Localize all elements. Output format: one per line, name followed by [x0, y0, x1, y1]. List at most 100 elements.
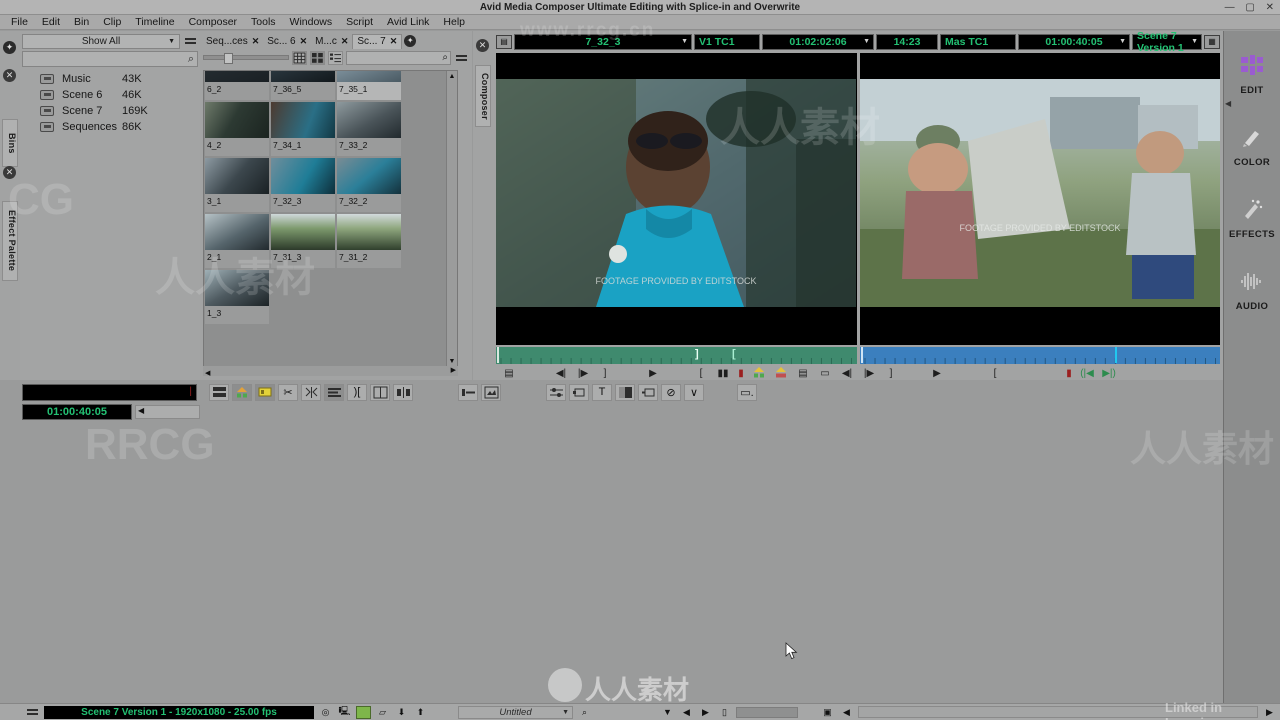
mark-out-marker[interactable]: ]	[695, 348, 699, 360]
thumbnail-cell[interactable]: 1_3	[205, 270, 269, 324]
sidebar-item-edit[interactable]: EDIT	[1224, 39, 1280, 111]
timeline-view-icon[interactable]: ▤	[496, 368, 522, 379]
maximize-button[interactable]: ▢	[1241, 2, 1258, 13]
status-search-icon[interactable]: ⌕	[577, 706, 592, 719]
trim-scissors-icon[interactable]: ✂	[278, 383, 298, 401]
thumbnail-cell[interactable]: 2_1	[205, 214, 269, 268]
motion-effect-icon[interactable]	[458, 383, 478, 401]
add-marker-icon[interactable]: ▮	[1062, 368, 1076, 379]
video-quality-icon[interactable]	[481, 383, 501, 401]
menu-bar[interactable]: File Edit Bin Clip Timeline Composer Too…	[0, 15, 1280, 30]
bin-tab-overflow-icon[interactable]: ✦	[404, 35, 417, 47]
project-name-field[interactable]: Untitled ▼	[458, 705, 573, 719]
overwrite-button[interactable]	[255, 383, 275, 401]
monitor-icon[interactable]: 🖳	[337, 706, 352, 719]
no-entry-icon[interactable]: ⊘	[661, 383, 681, 401]
bins-menu-icon[interactable]	[183, 34, 198, 49]
menu-item-windows[interactable]: Windows	[283, 15, 340, 30]
frame-view-icon[interactable]	[310, 50, 325, 65]
media-icon[interactable]	[356, 705, 371, 719]
timeline-timecode-display[interactable]: |	[22, 383, 197, 401]
scroll-up-icon[interactable]: ▲	[447, 71, 457, 82]
close-icon[interactable]: ✕	[390, 36, 398, 47]
left-tab-effect-palette[interactable]: Effect Palette	[2, 201, 18, 281]
script-view-icon[interactable]	[328, 50, 343, 65]
scroll-left-icon[interactable]: ◀	[205, 370, 210, 377]
sidebar-item-color[interactable]: COLOR	[1224, 111, 1280, 183]
close-bins-icon[interactable]: ✕	[3, 69, 16, 82]
up-arrow-icon[interactable]: ⬆	[413, 706, 428, 719]
thumbnail-cell[interactable]: 3_1	[205, 158, 269, 212]
fullscreen-icon[interactable]: ▭	[814, 368, 836, 379]
record-icon[interactable]: ◎	[318, 706, 333, 719]
bin-thumbnail-grid[interactable]: 6_2 7_36_5 7_35_1 4_2 7_34_1 7_33_2 3_1 …	[203, 70, 458, 368]
effect-mode-icon[interactable]	[569, 383, 589, 401]
close-effect-palette-icon[interactable]: ✕	[3, 166, 16, 179]
chevron-down-icon[interactable]: ▼	[681, 38, 688, 45]
record-sequence-name[interactable]: Scene 7 Version 1 ▼	[1132, 30, 1202, 54]
play-icon[interactable]: ▶	[642, 368, 664, 379]
bin-vertical-scrollbar[interactable]: ▲ ▼	[446, 71, 457, 367]
thumbnail-cell[interactable]: 7_34_1	[271, 102, 335, 156]
left-tab-bins[interactable]: Bins	[2, 119, 18, 167]
close-icon[interactable]: ✕	[300, 36, 308, 47]
record-timeline-icon[interactable]: ▤	[792, 368, 814, 379]
panel-pin-icon[interactable]: ✦	[3, 41, 16, 54]
status-chevron-icon[interactable]: ▼	[660, 706, 675, 719]
sidebar-collapse-icon[interactable]: ◀	[1225, 99, 1231, 108]
sidebar-item-effects[interactable]: EFFECTS	[1224, 183, 1280, 255]
bins-filter-dropdown[interactable]: Show All ▼	[22, 33, 180, 49]
step-forward-icon[interactable]: |▶	[572, 368, 594, 379]
bin-horizontal-scrollbar[interactable]: ◀ ▶	[203, 366, 458, 377]
status-scroll-left-icon[interactable]: ◀	[839, 706, 854, 719]
fade-icon[interactable]	[615, 383, 635, 401]
menu-item-timeline[interactable]: Timeline	[128, 15, 181, 30]
status-scroll-track[interactable]	[858, 706, 1258, 718]
close-composer-icon[interactable]: ✕	[476, 39, 489, 52]
menu-item-script[interactable]: Script	[339, 15, 380, 30]
collapse-icon[interactable]	[370, 383, 390, 401]
record-monitor[interactable]: FOOTAGE PROVIDED BY EDITSTOCK	[859, 53, 1220, 345]
bin-row-scene-6[interactable]: Scene 6 46K	[20, 87, 200, 103]
status-box-icon[interactable]: ▣	[820, 706, 835, 719]
status-scroll-right-icon[interactable]: ▶	[1262, 706, 1277, 719]
add-marker-icon[interactable]: ▮	[734, 368, 748, 379]
mark-in-icon[interactable]: [	[984, 368, 1006, 379]
source-timecode[interactable]: 01:02:02:06 ▼	[762, 33, 874, 50]
bin-tab-scene-6[interactable]: Sc... 6 ✕	[263, 34, 311, 49]
bin-row-scene-7[interactable]: Scene 7 169K	[20, 103, 200, 119]
thumbnail-cell[interactable]: 7_35_1	[337, 71, 401, 100]
step-back-icon[interactable]: ◀|	[550, 368, 572, 379]
menu-item-composer[interactable]: Composer	[182, 15, 244, 30]
thumbnail-cell[interactable]: 7_31_3	[271, 214, 335, 268]
timeline-scroll-left-button[interactable]: ◀	[135, 405, 200, 419]
source-position-bar[interactable]: ] [	[496, 347, 857, 364]
chevron-down-icon[interactable]: ▼	[1119, 38, 1126, 45]
source-position-indicator[interactable]	[497, 347, 499, 363]
thumbnail-cell[interactable]: 4_2	[205, 102, 269, 156]
close-icon[interactable]: ✕	[341, 36, 349, 47]
step-back-icon[interactable]: ◀|	[836, 368, 858, 379]
close-button[interactable]: ✕	[1262, 2, 1278, 13]
step-forward-icon[interactable]: |▶	[858, 368, 880, 379]
menu-item-tools[interactable]: Tools	[244, 15, 283, 30]
composer-transport-controls[interactable]: ▤ ◀| |▶ ] ▶ [ ▮▮ ▮ ▤ ▭ ◀| |▶ ] ▶ [ ▮ (|◀…	[496, 366, 1220, 380]
bin-row-sequences[interactable]: Sequences 86K	[20, 119, 200, 135]
extract-lift-icon[interactable]	[301, 383, 321, 401]
thumbnail-cell[interactable]: 6_2	[205, 71, 269, 100]
title-tool-icon[interactable]: T	[592, 383, 612, 401]
text-view-icon[interactable]	[292, 50, 307, 65]
chevron-down-icon[interactable]: ▼	[1191, 38, 1198, 45]
splice-in-icon[interactable]	[748, 366, 770, 381]
bins-search-input[interactable]: ⌕	[22, 51, 198, 67]
mark-out-icon[interactable]: ]	[594, 368, 616, 379]
chevron-down-icon[interactable]: ▼	[562, 709, 569, 716]
status-next-icon[interactable]: ▶	[698, 706, 713, 719]
timeline-options-icon[interactable]: ▭.	[737, 383, 757, 401]
source-clip-name[interactable]: 7_32_3 ▼	[514, 33, 692, 50]
record-timecode[interactable]: 01:00:40:05 ▼	[1018, 33, 1130, 50]
mark-in-marker[interactable]: [	[732, 348, 736, 360]
scroll-right-icon[interactable]: ▶	[451, 366, 456, 374]
thumbnail-cell[interactable]: 7_36_5	[271, 71, 335, 100]
thumbnail-size-slider[interactable]	[203, 53, 289, 64]
